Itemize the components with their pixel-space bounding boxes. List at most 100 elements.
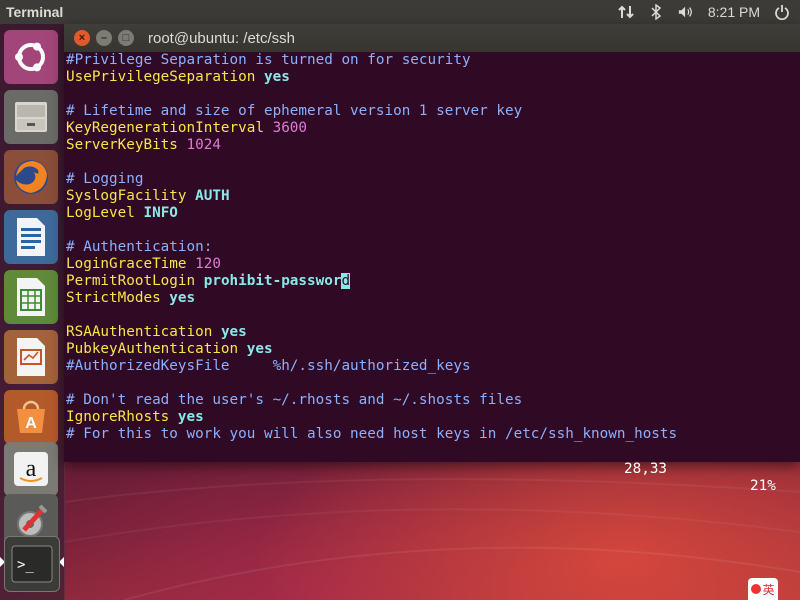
terminal-text-segment: # For this to work you will also need ho… (66, 426, 678, 442)
power-icon[interactable] (774, 4, 790, 20)
launcher-impress[interactable] (4, 330, 58, 384)
files-icon (15, 102, 47, 132)
terminal-text-segment: ServerKeyBits (66, 137, 178, 153)
impress-icon (17, 338, 45, 376)
terminal-text-segment: %h/.ssh/authorized_keys (272, 358, 471, 374)
launcher-files[interactable] (4, 90, 58, 144)
terminal-line: KeyRegenerationInterval 3600 (66, 120, 800, 137)
terminal-line: PubkeyAuthentication yes (66, 341, 800, 358)
terminal-line: ServerKeyBits 1024 (66, 137, 800, 154)
input-method-icon (751, 584, 762, 594)
launcher-calc[interactable] (4, 270, 58, 324)
panel-clock[interactable]: 8:21 PM (708, 4, 760, 20)
terminal-text-segment: INFO (143, 205, 178, 221)
window-titlebar[interactable]: × – □ root@ubuntu: /etc/ssh (64, 24, 800, 52)
terminal-line: # Lifetime and size of ephemeral version… (66, 103, 800, 120)
input-method-label: 英 (762, 582, 775, 597)
writer-icon (17, 218, 45, 256)
software-center-icon: A (17, 400, 45, 433)
window-maximize-button[interactable]: □ (118, 30, 134, 46)
firefox-icon (14, 160, 48, 194)
terminal-text-segment: #Privilege Separation is turned on for s… (66, 52, 471, 68)
terminal-text-segment: 1024 (186, 137, 221, 153)
launcher-writer[interactable] (4, 210, 58, 264)
ubuntu-logo-icon (15, 42, 45, 72)
terminal-text-segment: UsePrivilegeSeparation (66, 69, 256, 85)
launcher-amazon[interactable]: a (4, 442, 58, 496)
launcher-ubuntu-dash[interactable] (4, 30, 58, 84)
software-center-letter: A (25, 415, 37, 432)
terminal-text-segment: StrictModes (66, 290, 161, 306)
terminal-line: LogLevel INFO (66, 205, 800, 222)
terminal-text-segment: # Don't read the user's ~/.rhosts and ~/… (66, 392, 523, 408)
terminal-line: # Authentication: (66, 239, 800, 256)
terminal-text-segment: # Authentication: (66, 239, 213, 255)
terminal-line: LoginGraceTime 120 (66, 256, 800, 273)
terminal-line: # Don't read the user's ~/.rhosts and ~/… (66, 392, 800, 409)
volume-icon[interactable] (678, 4, 694, 20)
input-method-badge[interactable]: 英 (748, 578, 778, 600)
terminal-line: #Privilege Separation is turned on for s… (66, 52, 800, 69)
terminal-text-segment: yes (177, 409, 204, 425)
terminal-line: #AuthorizedKeysFile %h/.ssh/authorized_k… (66, 358, 800, 375)
terminal-text-segment: RSAAuthentication (66, 324, 213, 340)
window-minimize-button[interactable]: – (96, 30, 112, 46)
terminal-window[interactable]: × – □ root@ubuntu: /etc/ssh #Privilege S… (64, 24, 800, 494)
terminal-text-segment: LoginGraceTime (66, 256, 187, 272)
text-cursor: d (341, 273, 351, 289)
terminal-text-segment: SyslogFacility (66, 188, 187, 204)
terminal-line: # Logging (66, 171, 800, 188)
wallpaper-streaks (64, 478, 800, 600)
panel-app-title: Terminal (6, 4, 64, 20)
vim-status-line: 28,33 21% (64, 444, 800, 494)
bluetooth-icon[interactable] (648, 4, 664, 20)
amazon-letter: a (26, 456, 37, 482)
launcher: A a >_ (0, 24, 65, 600)
terminal-text-segment: yes (220, 324, 247, 340)
launcher-firefox[interactable] (4, 150, 58, 204)
amazon-icon: a (14, 452, 48, 486)
window-close-button[interactable]: × (74, 30, 90, 46)
terminal-line: UsePrivilegeSeparation yes (66, 69, 800, 86)
terminal-text-segment: yes (169, 290, 196, 306)
terminal-line: StrictModes yes (66, 290, 800, 307)
terminal-text-segment: #AuthorizedKeysFile (66, 358, 230, 374)
terminal-line: # For this to work you will also need ho… (66, 426, 800, 443)
network-icon[interactable] (618, 4, 634, 20)
terminal-prompt-glyph: >_ (17, 557, 34, 573)
terminal-text-area[interactable]: #Privilege Separation is turned on for s… (64, 52, 800, 494)
terminal-text-segment: # Lifetime and size of ephemeral version… (66, 103, 523, 119)
terminal-text-segment: PermitRootLogin (66, 273, 196, 289)
cursor-position: 28,33 (624, 461, 668, 477)
panel-indicators: 8:21 PM (618, 4, 790, 20)
terminal-text-segment: KeyRegenerationInterval (66, 120, 264, 136)
terminal-text-segment: prohibit-passwor (203, 273, 342, 289)
terminal-line: PermitRootLogin prohibit-password (66, 273, 800, 290)
calc-icon (17, 278, 45, 316)
window-title: root@ubuntu: /etc/ssh (148, 29, 295, 47)
terminal-line: RSAAuthentication yes (66, 324, 800, 341)
terminal-line: SyslogFacility AUTH (66, 188, 800, 205)
terminal-text-segment: LogLevel (66, 205, 135, 221)
terminal-text-segment: yes (263, 69, 290, 85)
launcher-software-center[interactable]: A (4, 390, 58, 444)
terminal-text-segment: PubkeyAuthentication (66, 341, 239, 357)
terminal-text-segment: # Logging (66, 171, 144, 187)
launcher-terminal[interactable]: >_ (4, 536, 60, 592)
top-panel: Terminal 8:21 PM (0, 0, 800, 24)
